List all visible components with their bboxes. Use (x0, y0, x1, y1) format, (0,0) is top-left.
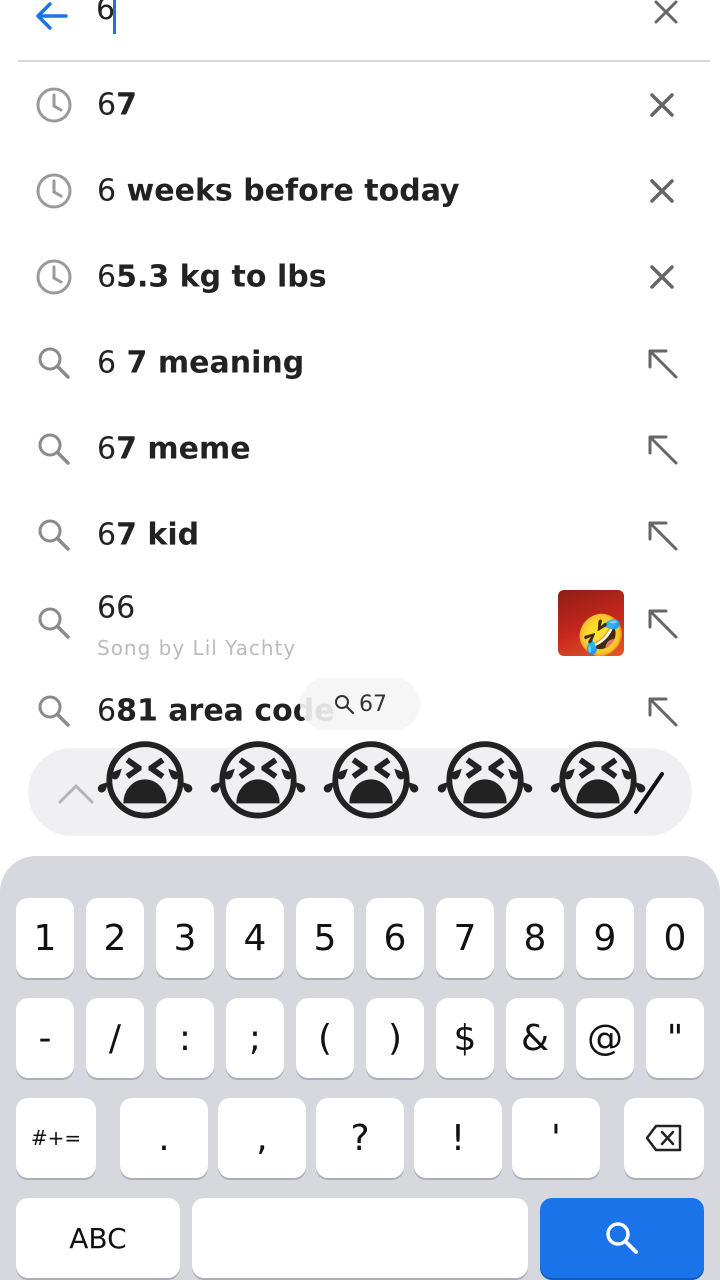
emoji-suggestion[interactable]: 😭 (203, 730, 313, 834)
suggestion-item-search-3[interactable]: 67 kid (0, 492, 720, 578)
suggestion-text: 681 area code (97, 693, 335, 729)
album-art-thumbnail: 🤣 (558, 590, 624, 656)
fill-arrow-icon[interactable] (640, 601, 684, 645)
suggestion-item-history-1[interactable]: 67 (0, 62, 720, 148)
key-colon[interactable]: : (156, 998, 214, 1078)
key-apostrophe[interactable]: ' (512, 1098, 600, 1178)
key-ampersand[interactable]: & (506, 998, 564, 1078)
search-icon (38, 519, 70, 551)
key-1[interactable]: 1 (16, 898, 74, 978)
search-key[interactable] (540, 1198, 704, 1278)
key-quote[interactable]: " (646, 998, 704, 1078)
history-icon (36, 87, 72, 123)
key-slash[interactable]: / (86, 998, 144, 1078)
key-4[interactable]: 4 (226, 898, 284, 978)
emoji-suggestion[interactable]: 😭 (430, 730, 540, 834)
suggestion-text: 66 (97, 590, 136, 626)
key-open-paren[interactable]: ( (296, 998, 354, 1078)
key-2[interactable]: 2 (86, 898, 144, 978)
suggestion-item-history-3[interactable]: 65.3 kg to lbs (0, 234, 720, 320)
text-cursor (113, 0, 116, 34)
clear-search-icon[interactable] (642, 0, 690, 36)
key-semicolon[interactable]: ; (226, 998, 284, 1078)
key-comma[interactable]: , (218, 1098, 306, 1178)
emoji-suggestion[interactable]: 😭 (316, 730, 426, 834)
remove-icon[interactable] (640, 169, 684, 213)
key-period[interactable]: . (120, 1098, 208, 1178)
search-bar: 6 (0, 0, 720, 60)
back-arrow-icon[interactable] (30, 0, 74, 38)
handwriting-stroke-icon (634, 772, 664, 814)
symbols-key[interactable]: #+= (16, 1098, 96, 1178)
emoji-suggestion[interactable]: 😭 (90, 730, 200, 834)
key-6[interactable]: 6 (366, 898, 424, 978)
suggestion-text: 67 (97, 87, 137, 123)
search-icon (38, 347, 70, 379)
fill-arrow-icon[interactable] (640, 689, 684, 733)
key-8[interactable]: 8 (506, 898, 564, 978)
key-at[interactable]: @ (576, 998, 634, 1078)
laughing-emoji-icon: 🤣 (576, 613, 624, 656)
backspace-icon (645, 1124, 682, 1152)
key-question[interactable]: ? (316, 1098, 404, 1178)
search-icon (38, 607, 70, 639)
key-close-paren[interactable]: ) (366, 998, 424, 1078)
suggestion-text: 6 7 meaning (97, 345, 305, 381)
key-0[interactable]: 0 (646, 898, 704, 978)
history-icon (36, 173, 72, 209)
suggestion-item-history-2[interactable]: 6 weeks before today (0, 148, 720, 234)
keyboard: 1 2 3 4 5 6 7 8 9 0 - / : ; ( ) $ & @ " … (0, 856, 720, 1280)
key-3[interactable]: 3 (156, 898, 214, 978)
key-7[interactable]: 7 (436, 898, 494, 978)
query-bubble-text: 67 (359, 691, 387, 717)
suggestion-text: 6 weeks before today (97, 173, 460, 209)
search-icon (606, 1222, 638, 1254)
space-key[interactable] (192, 1198, 528, 1278)
abc-key[interactable]: ABC (16, 1198, 180, 1278)
suggestion-subtitle: Song by Lil Yachty (97, 636, 297, 660)
fill-arrow-icon[interactable] (640, 513, 684, 557)
query-bubble[interactable]: 67 (300, 678, 420, 730)
key-dash[interactable]: - (16, 998, 74, 1078)
remove-icon[interactable] (640, 83, 684, 127)
backspace-key[interactable] (624, 1098, 704, 1178)
key-5[interactable]: 5 (296, 898, 354, 978)
key-9[interactable]: 9 (576, 898, 634, 978)
suggestion-item-search-2[interactable]: 67 meme (0, 406, 720, 492)
suggestion-text: 67 kid (97, 517, 200, 553)
fill-arrow-icon[interactable] (640, 427, 684, 471)
history-icon (36, 259, 72, 295)
search-icon (38, 433, 70, 465)
suggestion-text: 67 meme (97, 431, 251, 467)
search-icon (38, 695, 70, 727)
search-icon (335, 695, 355, 715)
suggestion-text: 65.3 kg to lbs (97, 259, 327, 295)
suggestion-item-search-1[interactable]: 6 7 meaning (0, 320, 720, 406)
key-exclamation[interactable]: ! (414, 1098, 502, 1178)
remove-icon[interactable] (640, 255, 684, 299)
key-dollar[interactable]: $ (436, 998, 494, 1078)
fill-arrow-icon[interactable] (640, 341, 684, 385)
